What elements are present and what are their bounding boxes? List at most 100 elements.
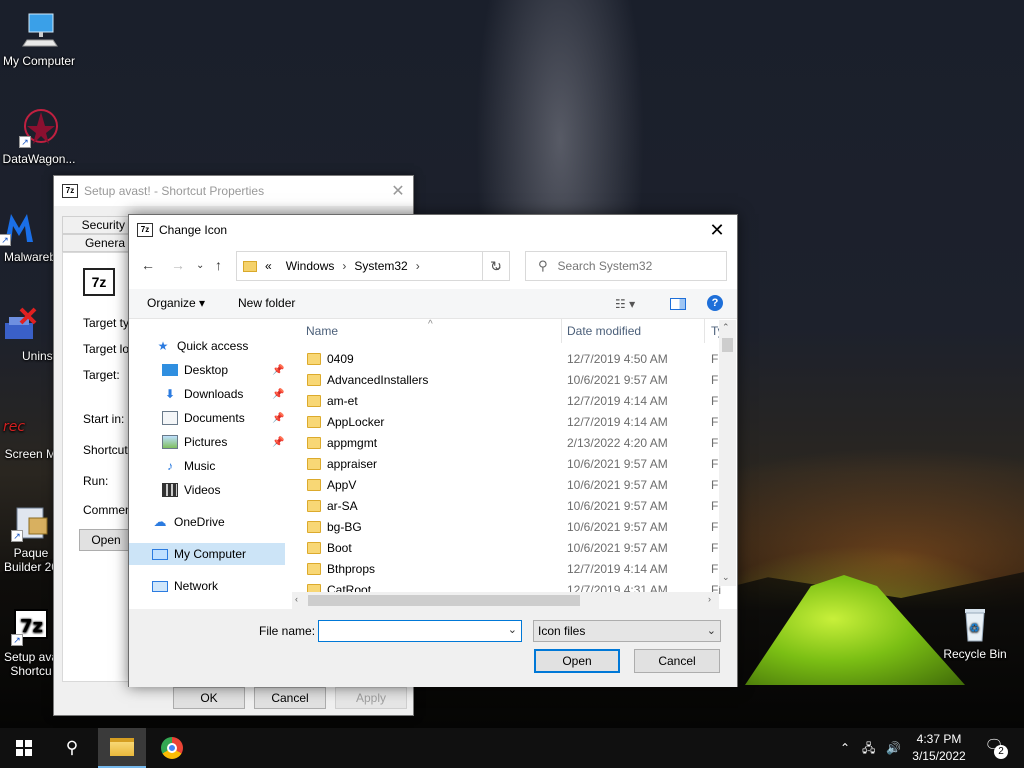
action-center-icon[interactable]: 🗨 2 bbox=[984, 736, 1008, 759]
tab-security[interactable]: Security bbox=[62, 216, 132, 234]
desktop-icon-datawagon[interactable]: ↗ DataWagon... bbox=[0, 108, 78, 166]
desktop-icon-recycle-bin[interactable]: ♻ Recycle Bin bbox=[936, 603, 1014, 661]
scroll-thumb[interactable] bbox=[308, 595, 580, 606]
file-name-input[interactable]: ⌄ bbox=[318, 620, 522, 642]
vertical-scrollbar[interactable]: ⌃ ⌄ bbox=[719, 320, 736, 586]
nav-label: Videos bbox=[184, 483, 221, 497]
cancel-button[interactable]: Cancel bbox=[634, 649, 720, 673]
desktop-icon-uninstaller[interactable]: Uninst bbox=[0, 305, 58, 363]
help-icon[interactable]: ? bbox=[707, 295, 723, 311]
field-label: Target: bbox=[83, 368, 120, 382]
field-label: Run: bbox=[83, 474, 109, 488]
nav-documents[interactable]: Documents 📌 bbox=[162, 407, 284, 429]
clock-date: 3/15/2022 bbox=[912, 749, 966, 763]
file-row[interactable]: ar-SA 10/6/2021 9:57 AM Fi bbox=[292, 496, 722, 517]
file-row[interactable]: AppV 10/6/2021 9:57 AM Fi bbox=[292, 475, 722, 496]
music-icon: ♪ bbox=[167, 459, 173, 473]
datawagon-icon: ↗ bbox=[19, 108, 59, 148]
nav-network[interactable]: Network bbox=[152, 575, 218, 597]
chevron-right-icon[interactable]: › bbox=[342, 259, 346, 273]
scroll-left-arrow-icon[interactable]: ‹ bbox=[295, 594, 298, 604]
nav-quick-access[interactable]: ★ Quick access bbox=[155, 335, 249, 357]
file-row[interactable]: Bthprops 12/7/2019 4:14 AM Fi bbox=[292, 559, 722, 580]
network-icon[interactable]: 🖧 bbox=[862, 728, 875, 768]
nav-music[interactable]: ♪ Music bbox=[162, 455, 215, 477]
organize-menu[interactable]: Organize ▾ bbox=[147, 296, 205, 310]
folder-icon bbox=[243, 260, 257, 272]
breadcrumb-system32[interactable]: System32 bbox=[354, 259, 407, 273]
taskbar-chrome[interactable] bbox=[148, 728, 196, 768]
package-icon: ↗ bbox=[11, 502, 51, 542]
nav-videos[interactable]: Videos bbox=[162, 479, 220, 501]
open-file-location-button[interactable]: Open bbox=[79, 529, 133, 551]
ok-button[interactable]: OK bbox=[173, 687, 245, 709]
nav-downloads[interactable]: ⬇ Downloads 📌 bbox=[162, 383, 284, 405]
computer-icon bbox=[152, 548, 168, 560]
address-bar[interactable]: « Windows › System32 › ⌄ bbox=[236, 251, 510, 281]
file-row[interactable]: appraiser 10/6/2021 9:57 AM Fi bbox=[292, 454, 722, 475]
desktop-icon-screen-recorder[interactable]: rec Screen M bbox=[0, 403, 58, 461]
volume-icon[interactable]: 🔊 bbox=[886, 728, 901, 768]
address-overflow[interactable]: « bbox=[265, 259, 272, 273]
up-arrow-icon[interactable]: ↑ bbox=[215, 257, 222, 273]
search-box[interactable]: ⚲ Search System32 bbox=[525, 251, 727, 281]
desktop-icon-malwarebytes[interactable]: ↗ Malwareb bbox=[0, 206, 58, 264]
breadcrumb-windows[interactable]: Windows bbox=[286, 259, 335, 273]
file-row[interactable]: appmgmt 2/13/2022 4:20 AM Fi bbox=[292, 433, 722, 454]
nav-desktop[interactable]: Desktop 📌 bbox=[162, 359, 284, 381]
nav-pictures[interactable]: Pictures 📌 bbox=[162, 431, 284, 453]
view-options-icon[interactable]: ☷ ▾ bbox=[615, 297, 635, 311]
refresh-button[interactable]: ↻ bbox=[482, 251, 510, 281]
column-header-name[interactable]: Name bbox=[306, 319, 338, 343]
clock[interactable]: 4:37 PM 3/15/2022 bbox=[906, 731, 972, 765]
close-icon[interactable]: ✕ bbox=[697, 220, 737, 241]
taskbar-file-explorer[interactable] bbox=[98, 728, 146, 768]
open-button[interactable]: Open bbox=[534, 649, 620, 673]
horizontal-scrollbar[interactable]: ‹ › bbox=[292, 592, 719, 609]
dialog-titlebar[interactable]: 7z Change Icon ✕ bbox=[129, 215, 737, 245]
recent-locations-chevron-icon[interactable]: ⌄ bbox=[196, 260, 204, 271]
scroll-thumb[interactable] bbox=[722, 338, 733, 352]
start-button[interactable] bbox=[0, 728, 48, 768]
folder-icon bbox=[307, 353, 321, 365]
file-row[interactable]: Boot 10/6/2021 9:57 AM Fi bbox=[292, 538, 722, 559]
scroll-down-arrow-icon[interactable]: ⌄ bbox=[722, 572, 730, 583]
file-date: 10/6/2021 9:57 AM bbox=[567, 373, 668, 387]
chevron-up-icon[interactable]: ⌃ bbox=[840, 728, 850, 768]
nav-label: Downloads bbox=[184, 387, 244, 401]
file-type-select[interactable]: Icon files ⌄ bbox=[533, 620, 721, 642]
file-date: 10/6/2021 9:57 AM bbox=[567, 541, 668, 555]
folder-icon bbox=[307, 374, 321, 386]
file-row[interactable]: AppLocker 12/7/2019 4:14 AM Fi bbox=[292, 412, 722, 433]
file-row[interactable]: bg-BG 10/6/2021 9:57 AM Fi bbox=[292, 517, 722, 538]
column-header-date[interactable]: Date modified bbox=[567, 319, 641, 343]
preview-pane-icon[interactable] bbox=[670, 298, 686, 310]
back-arrow-icon[interactable]: ← bbox=[141, 257, 155, 273]
videos-icon bbox=[162, 483, 178, 497]
cancel-button[interactable]: Cancel bbox=[254, 687, 326, 709]
desktop-icon-my-computer[interactable]: My Computer bbox=[0, 10, 78, 68]
desktop-icon-label: DataWagon... bbox=[2, 152, 76, 166]
scroll-up-arrow-icon[interactable]: ⌃ bbox=[722, 322, 730, 333]
new-folder-button[interactable]: New folder bbox=[238, 296, 295, 310]
nav-onedrive[interactable]: ☁ OneDrive bbox=[152, 511, 225, 533]
props-titlebar[interactable]: 7z Setup avast! - Shortcut Properties ✕ bbox=[54, 176, 413, 206]
clock-time: 4:37 PM bbox=[916, 732, 962, 746]
tab-general[interactable]: Genera bbox=[62, 234, 132, 252]
chrome-icon bbox=[161, 737, 183, 759]
chevron-down-icon[interactable]: ⌄ bbox=[508, 623, 517, 636]
file-row[interactable]: AdvancedInstallers 10/6/2021 9:57 AM Fi bbox=[292, 370, 722, 391]
nav-my-computer[interactable]: My Computer bbox=[129, 543, 285, 565]
file-date: 12/7/2019 4:14 AM bbox=[567, 415, 668, 429]
file-row[interactable]: am-et 12/7/2019 4:14 AM Fi bbox=[292, 391, 722, 412]
forward-arrow-icon[interactable]: → bbox=[171, 257, 185, 273]
scroll-right-arrow-icon[interactable]: › bbox=[708, 594, 711, 604]
close-icon[interactable]: ✕ bbox=[383, 181, 413, 201]
shortcut-arrow-icon: ↗ bbox=[11, 634, 23, 646]
file-name: 0409 bbox=[327, 352, 354, 366]
file-row[interactable]: 0409 12/7/2019 4:50 AM Fi bbox=[292, 349, 722, 370]
chevron-right-icon[interactable]: › bbox=[416, 259, 420, 273]
file-date: 10/6/2021 9:57 AM bbox=[567, 457, 668, 471]
monitor-icon bbox=[19, 10, 59, 50]
search-icon[interactable]: ⚲ bbox=[48, 728, 96, 768]
